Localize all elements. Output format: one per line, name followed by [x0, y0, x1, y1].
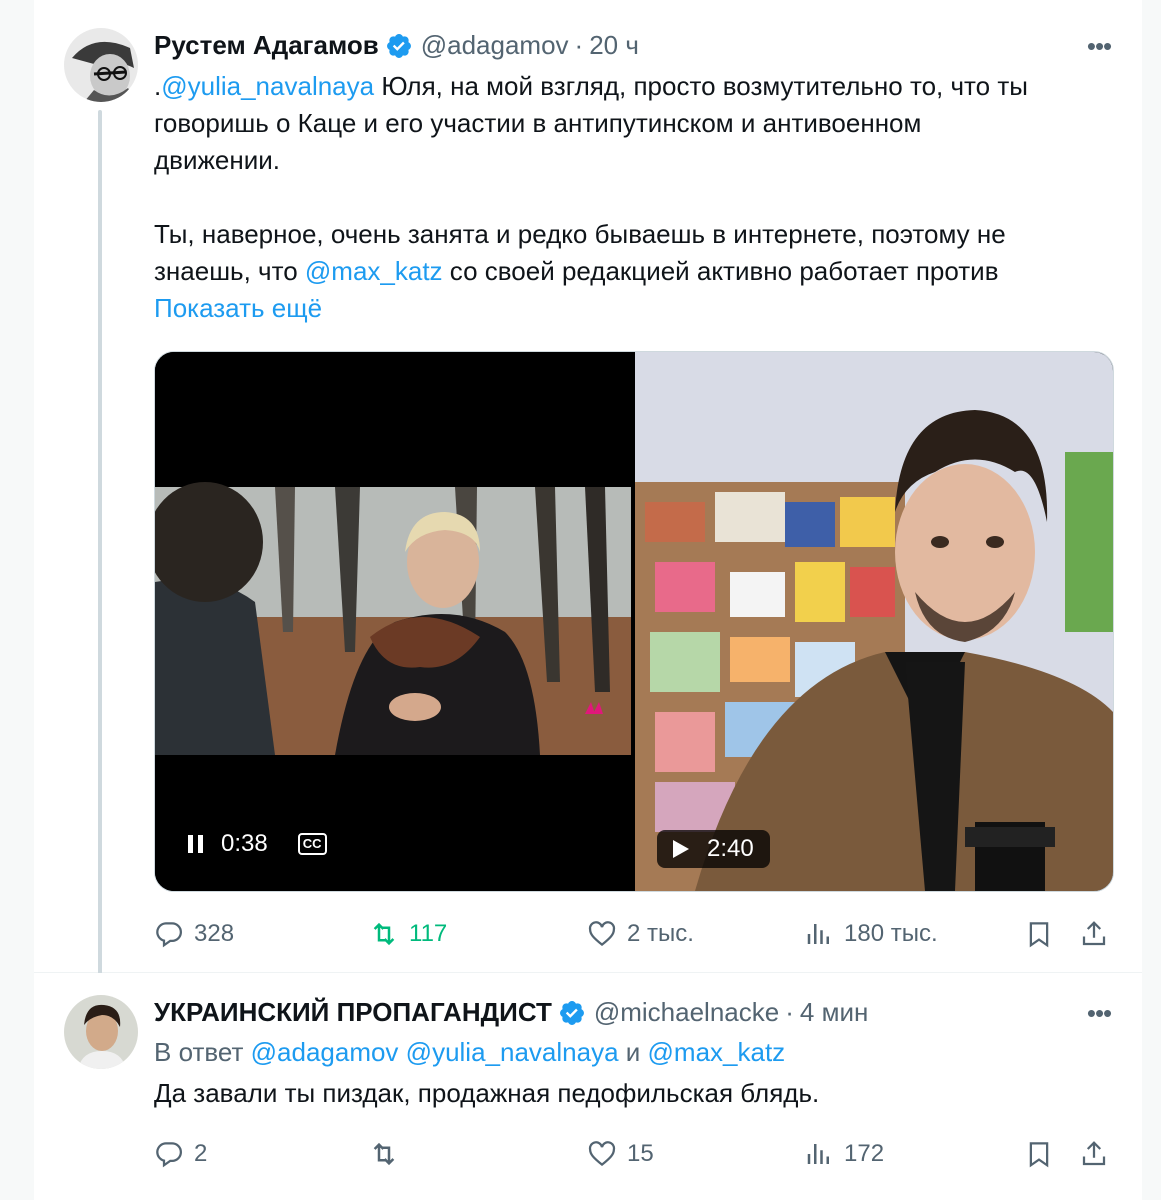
retweet-icon: [373, 922, 395, 946]
retweet-button[interactable]: [369, 1139, 409, 1169]
avatar-adagamov-image: [64, 28, 138, 102]
tweet-text: .@yulia_navalnaya Юля, на мой взгляд, пр…: [154, 68, 1114, 327]
share-icon: [1082, 921, 1106, 946]
tweet-actions: 328 117 2 тыс. 180 тыс.: [154, 918, 1114, 950]
views-icon: [807, 1144, 829, 1164]
video-time: 0:38: [221, 830, 268, 857]
views-button[interactable]: 172: [804, 1139, 884, 1169]
views-button[interactable]: 180 тыс.: [804, 919, 938, 949]
mention-link[interactable]: @max_katz: [305, 256, 443, 286]
more-options-icon[interactable]: •••: [1082, 1000, 1116, 1026]
mention-link[interactable]: @yulia_navalnaya: [161, 71, 374, 101]
mention-link[interactable]: @yulia_navalnaya: [406, 1037, 619, 1067]
tweet-time[interactable]: 4 мин: [800, 997, 868, 1028]
avatar[interactable]: [64, 28, 138, 102]
tweet-media: 0:38 CC 2:40: [154, 351, 1114, 892]
play-icon[interactable]: [669, 838, 691, 860]
bookmark-button[interactable]: [1024, 919, 1064, 949]
share-button[interactable]: [1079, 919, 1119, 949]
tweet-text: Да завали ты пиздак, продажная педофильс…: [154, 1078, 820, 1108]
bookmark-icon: [1029, 1142, 1049, 1168]
heart-icon: [588, 921, 616, 947]
share-icon: [1082, 1141, 1106, 1166]
like-count: 15: [627, 1140, 654, 1167]
show-more-link[interactable]: Показать ещё: [154, 290, 1114, 327]
avatar[interactable]: [64, 995, 138, 1069]
tweet-adagamov[interactable]: Рустем Адагамов @adagamov · 20 ч ••• .@y…: [34, 0, 1142, 990]
separator-dot: ·: [785, 997, 794, 1027]
retweet-icon: [373, 1142, 395, 1166]
thread-connector: [98, 110, 102, 990]
pause-icon[interactable]: [185, 832, 207, 856]
video-player-left[interactable]: 0:38 CC: [155, 352, 631, 891]
views-count: 180 тыс.: [844, 920, 938, 947]
tweet-michaelnacke[interactable]: УКРАИНСКИЙ ПРОПАГАНДИСТ @michaelnacke · …: [34, 973, 1142, 1200]
verified-badge-icon: [386, 33, 411, 58]
tweet-text-line: Ты, наверное, очень занята и редко бывае…: [154, 219, 1006, 249]
author-handle[interactable]: @michaelnacke: [594, 997, 779, 1028]
reply-count: 2: [194, 1140, 208, 1167]
tweet-time[interactable]: 20 ч: [589, 30, 639, 61]
tweet-text-line: говоришь о Каце и его участии в антипути…: [154, 108, 922, 138]
tweet-text-line: движении.: [154, 145, 280, 175]
video-player-right[interactable]: 2:40: [635, 352, 1113, 891]
views-icon: [807, 924, 829, 944]
reply-button[interactable]: 328: [154, 919, 234, 949]
separator-dot: ·: [574, 30, 584, 60]
video-frame-interview: [155, 352, 631, 891]
video-duration: 2:40: [707, 835, 754, 862]
tweet-actions: 2 15 172: [154, 1138, 1114, 1170]
share-button[interactable]: [1079, 1139, 1119, 1169]
retweet-button[interactable]: 117: [369, 919, 447, 949]
like-button[interactable]: 15: [587, 1139, 654, 1169]
tweet-text-line: знаешь, что @max_katz со своей редакцией…: [154, 256, 999, 286]
video-frame-speaker: [635, 352, 1113, 891]
more-options-icon[interactable]: •••: [1082, 33, 1116, 59]
timeline-panel: Рустем Адагамов @adagamov · 20 ч ••• .@y…: [34, 0, 1142, 1200]
author-name[interactable]: Рустем Адагамов: [154, 30, 379, 61]
reply-context: В ответ @adagamov @yulia_navalnaya и @ma…: [154, 1037, 786, 1067]
mention-link[interactable]: @adagamov: [251, 1037, 399, 1067]
retweet-count: 117: [409, 920, 448, 947]
tweet-header: УКРАИНСКИЙ ПРОПАГАНДИСТ @michaelnacke · …: [154, 997, 868, 1028]
avatar-michaelnacke-image: [64, 995, 138, 1069]
reply-icon: [156, 1142, 182, 1168]
like-count: 2 тыс.: [627, 920, 694, 947]
video-duration-badge: 2:40: [657, 830, 770, 868]
bookmark-icon: [1029, 922, 1049, 948]
bookmark-button[interactable]: [1024, 1139, 1064, 1169]
tweet-header: Рустем Адагамов @adagamov · 20 ч: [154, 30, 639, 61]
verified-badge-icon: [559, 1000, 584, 1025]
heart-icon: [588, 1141, 616, 1167]
views-count: 172: [844, 1140, 885, 1167]
mention-link[interactable]: @max_katz: [648, 1037, 786, 1067]
captions-icon[interactable]: CC: [297, 833, 327, 855]
video-controls: 0:38 CC: [185, 830, 327, 858]
reply-button[interactable]: 2: [154, 1139, 207, 1169]
like-button[interactable]: 2 тыс.: [587, 919, 694, 949]
reply-icon: [156, 922, 182, 948]
author-handle[interactable]: @adagamov: [421, 30, 569, 61]
reply-count: 328: [194, 920, 235, 947]
tweet-text-line: .@yulia_navalnaya Юля, на мой взгляд, пр…: [154, 71, 1028, 101]
author-name[interactable]: УКРАИНСКИЙ ПРОПАГАНДИСТ: [154, 997, 552, 1028]
